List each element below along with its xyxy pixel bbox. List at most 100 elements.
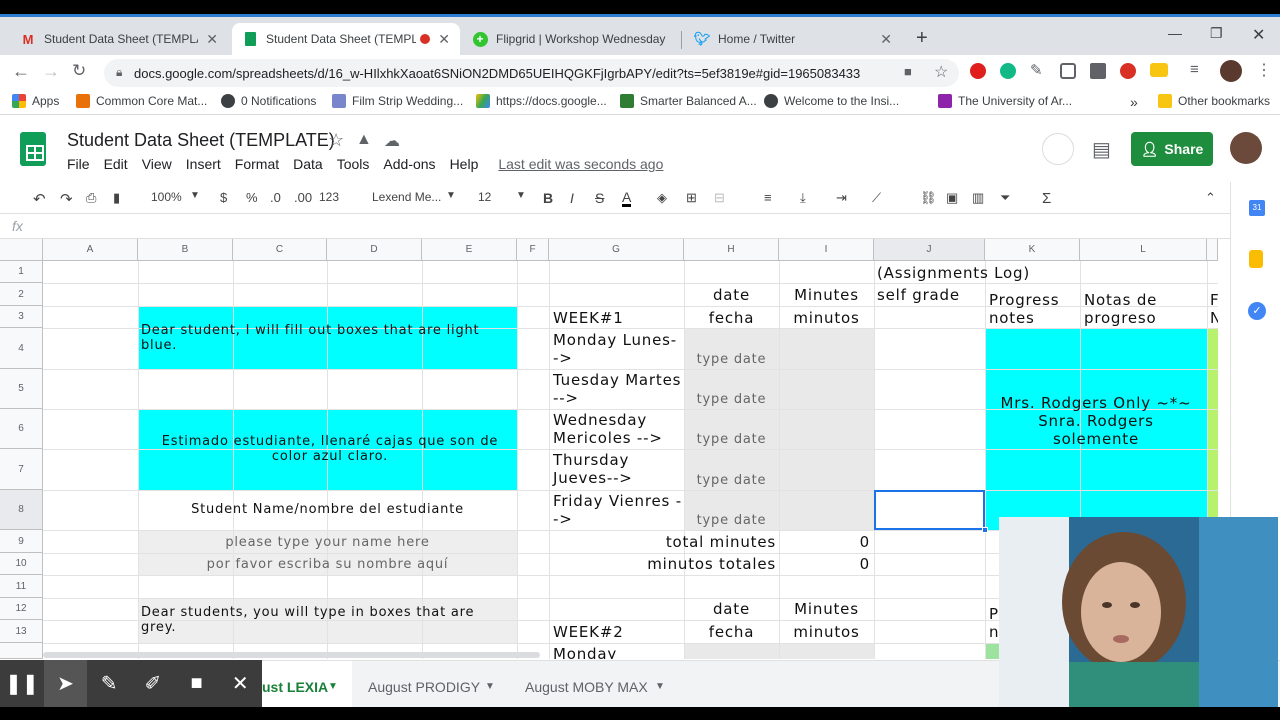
- opera-extension-icon[interactable]: [970, 63, 986, 79]
- collapse-toolbar-icon[interactable]: ⌃: [1205, 190, 1216, 206]
- column-header[interactable]: F: [517, 239, 549, 261]
- extension-icon[interactable]: [1060, 63, 1076, 79]
- browser-menu-icon[interactable]: ⋮: [1256, 60, 1272, 80]
- column-header[interactable]: E: [422, 239, 517, 261]
- bookmark-item[interactable]: https://docs.google...: [476, 94, 607, 108]
- type-date-cell[interactable]: type date: [684, 351, 779, 369]
- type-date-cell[interactable]: type date: [684, 431, 779, 449]
- bookmark-item[interactable]: The University of Ar...: [938, 94, 1072, 108]
- account-avatar[interactable]: [1230, 132, 1262, 164]
- pause-icon[interactable]: ❚❚: [0, 660, 44, 707]
- eyedropper-extension-icon[interactable]: ✎: [1030, 61, 1043, 79]
- type-date-cell[interactable]: type date: [684, 391, 779, 409]
- text-color-icon[interactable]: A: [622, 190, 632, 207]
- total-minutes-label[interactable]: total minutes: [549, 533, 776, 551]
- column-header[interactable]: D: [327, 239, 422, 261]
- close-tab-icon[interactable]: ✕: [438, 31, 450, 48]
- strikethrough-icon[interactable]: S: [595, 190, 604, 206]
- bookmark-item[interactable]: Common Core Mat...: [76, 94, 207, 108]
- webcam-icon[interactable]: ■: [175, 660, 219, 707]
- type-date-cell[interactable]: type date: [684, 512, 779, 530]
- truncated-cell[interactable]: N: [1210, 309, 1218, 327]
- menu-file[interactable]: File: [67, 156, 90, 172]
- paint-format-icon[interactable]: ▮: [113, 190, 120, 206]
- rodgers-only-cell[interactable]: Mrs. Rodgers Only ~*~ Snra. Rodgers sole…: [995, 394, 1197, 448]
- bookmark-apps[interactable]: Apps: [12, 94, 59, 108]
- text-rotation-icon[interactable]: ⟋: [872, 190, 881, 206]
- browser-tab-flipgrid[interactable]: + Flipgrid | Workshop Wednesday: [462, 23, 680, 55]
- reading-list-icon[interactable]: ≡: [1190, 61, 1199, 78]
- fill-color-icon[interactable]: ◈: [657, 190, 667, 206]
- minutes-header-cell[interactable]: Minutes: [779, 286, 874, 304]
- extension-icon[interactable]: [1150, 63, 1168, 77]
- fecha-cell[interactable]: fecha: [684, 309, 779, 327]
- week1-cell[interactable]: WEEK#1: [553, 309, 624, 327]
- self-grade-cell[interactable]: self grade: [877, 286, 960, 304]
- restore-button[interactable]: ❐: [1210, 25, 1223, 42]
- close-window-button[interactable]: ✕: [1252, 25, 1265, 45]
- column-header[interactable]: K: [985, 239, 1080, 261]
- week2-cell[interactable]: WEEK#2: [553, 623, 624, 641]
- close-tab-icon[interactable]: ✕: [206, 31, 218, 48]
- menu-view[interactable]: View: [142, 156, 172, 172]
- horizontal-scrollbar[interactable]: [43, 652, 540, 658]
- decrease-decimal-button[interactable]: .0: [270, 190, 281, 205]
- total-minutes-value[interactable]: 0: [779, 533, 870, 551]
- horizontal-align-icon[interactable]: ≡: [764, 190, 772, 205]
- extension-icon[interactable]: [1120, 63, 1136, 79]
- italic-icon[interactable]: I: [570, 190, 574, 206]
- bookmark-item[interactable]: Smarter Balanced A...: [620, 94, 757, 108]
- sheet-tab-prodigy[interactable]: August PRODIGY: [368, 679, 480, 695]
- column-header[interactable]: I: [779, 239, 874, 261]
- day-cell-monday[interactable]: Monday: [553, 645, 617, 659]
- column-header[interactable]: [1207, 239, 1218, 261]
- bookmarks-overflow-button[interactable]: »: [1130, 94, 1138, 110]
- bookmark-star-icon[interactable]: ☆: [934, 62, 948, 82]
- sheet-tab-active[interactable]: ust LEXIA ▼: [262, 661, 352, 711]
- menu-insert[interactable]: Insert: [186, 156, 221, 172]
- day-cell-monday[interactable]: Monday Lunes-->: [553, 331, 683, 367]
- bold-icon[interactable]: B: [543, 190, 553, 206]
- zoom-select[interactable]: 100%: [151, 190, 182, 204]
- row-header[interactable]: [0, 643, 43, 659]
- star-icon[interactable]: ☆: [328, 130, 344, 151]
- more-formats-button[interactable]: 123: [319, 190, 339, 204]
- row-header[interactable]: 10: [0, 553, 43, 575]
- row-header[interactable]: 13: [0, 620, 43, 643]
- facebook-extension-icon[interactable]: [1090, 63, 1106, 79]
- percent-button[interactable]: %: [246, 190, 258, 205]
- insert-chart-icon[interactable]: ▥: [972, 190, 984, 206]
- name-input-cell[interactable]: please type your name here: [138, 534, 517, 552]
- minutos-cell[interactable]: minutos: [779, 309, 874, 327]
- column-header[interactable]: J: [874, 239, 985, 261]
- bookmark-item[interactable]: Film Strip Wedding...: [332, 94, 463, 108]
- menu-data[interactable]: Data: [293, 156, 323, 172]
- url-field[interactable]: 🔒︎ docs.google.com/spreadsheets/d/16_w-H…: [104, 59, 959, 87]
- selected-cell[interactable]: [874, 490, 985, 530]
- camera-icon[interactable]: ■: [904, 64, 912, 79]
- menu-tools[interactable]: Tools: [337, 156, 370, 172]
- column-header[interactable]: A: [43, 239, 138, 261]
- sheets-logo[interactable]: [20, 132, 46, 166]
- row-header[interactable]: 4: [0, 328, 43, 369]
- minutos-totales-label[interactable]: minutos totales: [549, 555, 776, 573]
- fecha-cell[interactable]: fecha: [684, 623, 779, 641]
- name-input-cell-es[interactable]: por favor escriba su nombre aquí: [138, 556, 517, 574]
- assignments-log-cell[interactable]: (Assignments Log): [877, 264, 1030, 282]
- font-family-select[interactable]: Lexend Me...: [372, 190, 441, 204]
- column-header[interactable]: L: [1080, 239, 1207, 261]
- minutos-totales-value[interactable]: 0: [779, 555, 870, 573]
- comments-icon[interactable]: ▤: [1092, 137, 1111, 162]
- browser-tab-sheets[interactable]: Student Data Sheet (TEMPLA ✕: [232, 23, 460, 55]
- new-tab-button[interactable]: +: [916, 27, 928, 50]
- day-cell-tuesday[interactable]: Tuesday Martes -->: [553, 371, 683, 407]
- bookmark-item[interactable]: Welcome to the Insi...: [764, 94, 899, 108]
- font-size-select[interactable]: 12: [478, 190, 491, 204]
- progress-notes-cell[interactable]: Progress notes: [989, 291, 1081, 327]
- text-wrapping-icon[interactable]: ⇥: [836, 190, 847, 206]
- print-icon[interactable]: ⎙: [86, 190, 96, 206]
- close-tab-icon[interactable]: ✕: [880, 31, 892, 48]
- close-icon[interactable]: ✕: [218, 660, 262, 707]
- student-name-label-cell[interactable]: Student Name/nombre del estudiante: [138, 501, 517, 519]
- document-title[interactable]: Student Data Sheet (TEMPLATE): [67, 130, 335, 151]
